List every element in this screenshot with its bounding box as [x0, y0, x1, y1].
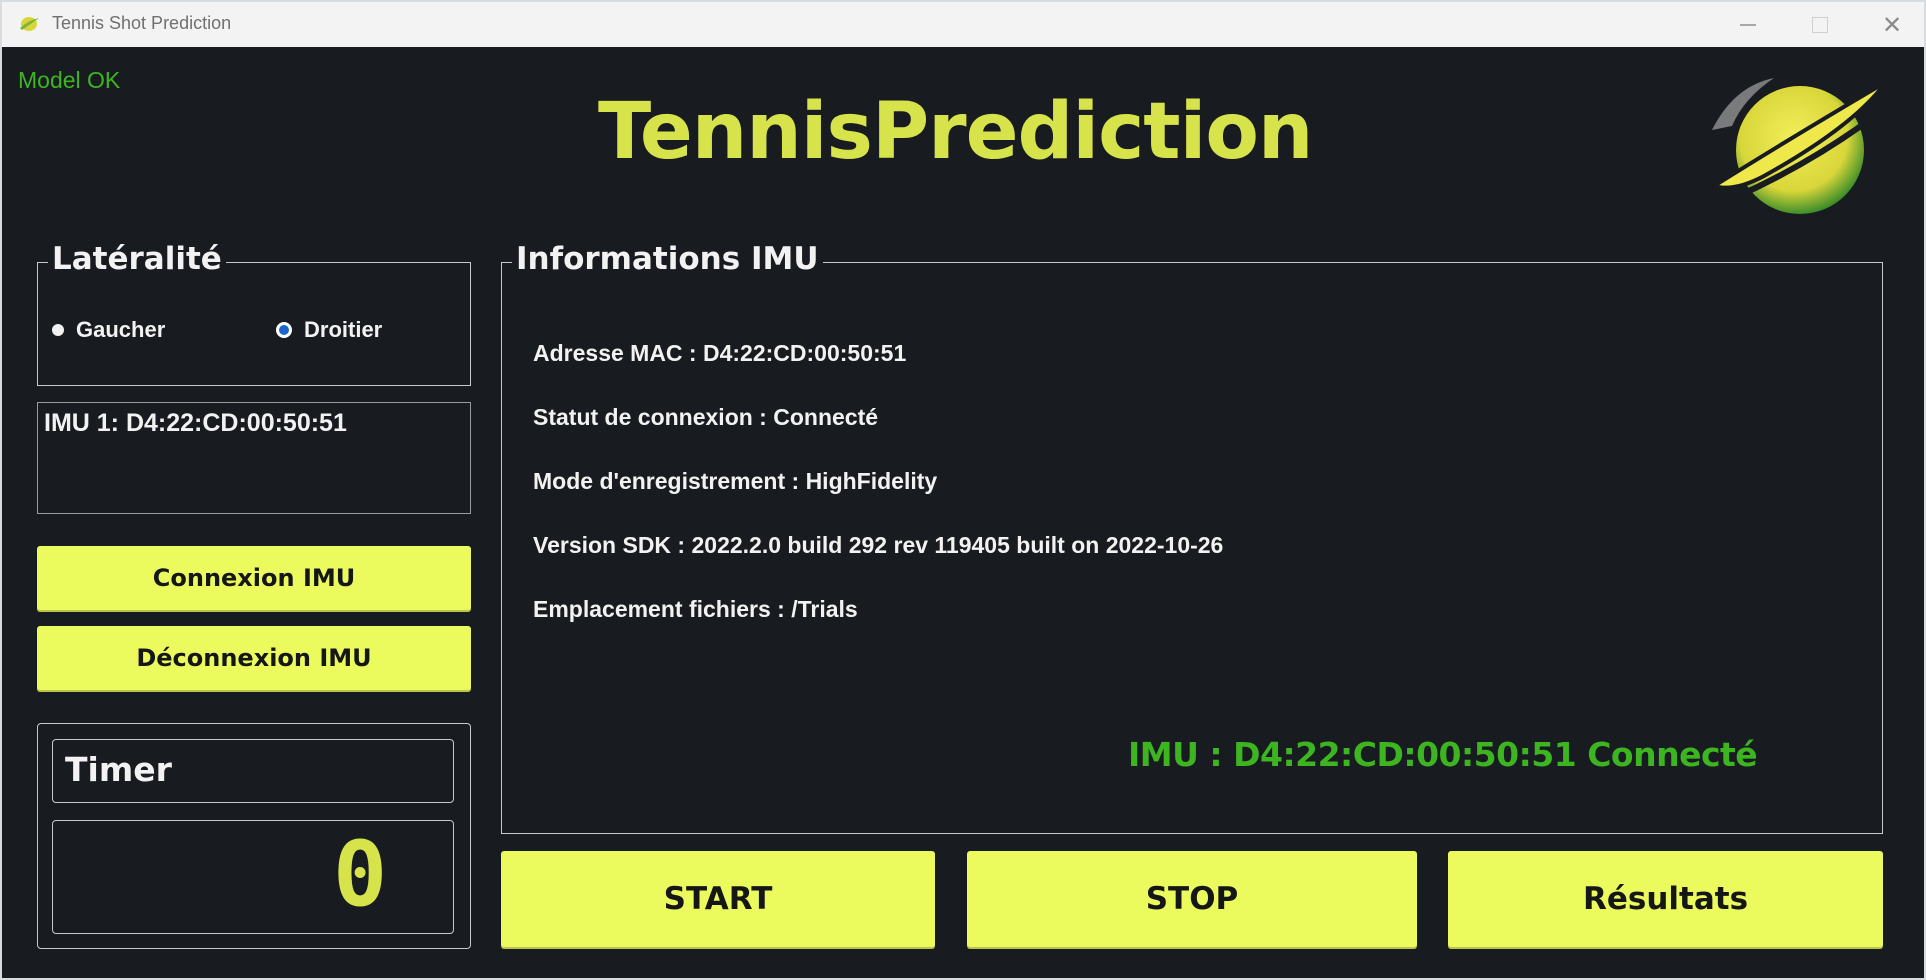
imu-info-legend: Informations IMU — [512, 241, 823, 277]
timer-label: Timer — [52, 739, 454, 803]
imu-list[interactable]: IMU 1: D4:22:CD:00:50:51 — [37, 402, 471, 514]
list-item[interactable]: IMU 1: D4:22:CD:00:50:51 — [44, 409, 347, 438]
laterality-legend: Latéralité — [48, 241, 226, 277]
app-logo-icon — [20, 17, 39, 31]
radio-gaucher-label: Gaucher — [76, 317, 166, 342]
imu-connected-status: IMU : D4:22:CD:00:50:51 Connecté — [1128, 735, 1758, 774]
info-sdk-version: Version SDK : 2022.2.0 build 292 rev 119… — [533, 532, 1224, 558]
laterality-group: Latéralité Gaucher Droitier — [37, 241, 471, 386]
tennis-ball-logo-icon — [1709, 78, 1888, 214]
imu-info-group: Informations IMU Adresse MAC : D4:22:CD:… — [501, 241, 1883, 834]
minimize-button[interactable] — [1712, 2, 1784, 47]
info-file-location: Emplacement fichiers : /Trials — [533, 596, 858, 622]
timer-display: 0 — [52, 820, 454, 934]
minimize-icon — [1740, 23, 1756, 26]
radio-droitier-label: Droitier — [304, 317, 383, 342]
connect-imu-button[interactable]: Connexion IMU — [37, 546, 471, 610]
app-window: Tennis Shot Prediction ✕ Model OK Tennis… — [0, 0, 1926, 980]
radio-droitier[interactable]: Droitier — [276, 317, 382, 343]
disconnect-imu-button[interactable]: Déconnexion IMU — [37, 626, 471, 690]
app-title: TennisPrediction — [598, 87, 1313, 177]
maximize-icon — [1812, 16, 1828, 33]
maximize-button[interactable] — [1784, 2, 1856, 47]
window-title: Tennis Shot Prediction — [52, 13, 232, 33]
timer-value: 0 — [333, 822, 388, 927]
results-button[interactable]: Résultats — [1448, 851, 1883, 947]
timer-group: Timer 0 — [37, 723, 471, 949]
close-button[interactable]: ✕ — [1856, 2, 1926, 47]
title-bar: Tennis Shot Prediction ✕ — [2, 2, 1924, 47]
radio-unchecked-icon — [52, 324, 64, 336]
radio-gaucher[interactable]: Gaucher — [52, 317, 165, 343]
info-connection-status: Statut de connexion : Connecté — [533, 404, 879, 430]
model-status-label: Model OK — [18, 67, 121, 93]
start-button[interactable]: START — [501, 851, 935, 947]
stop-button[interactable]: STOP — [967, 851, 1417, 947]
close-icon: ✕ — [1881, 10, 1903, 39]
radio-checked-icon — [276, 322, 292, 338]
info-mac-address: Adresse MAC : D4:22:CD:00:50:51 — [533, 340, 907, 366]
info-recording-mode: Mode d'enregistrement : HighFidelity — [533, 468, 938, 494]
